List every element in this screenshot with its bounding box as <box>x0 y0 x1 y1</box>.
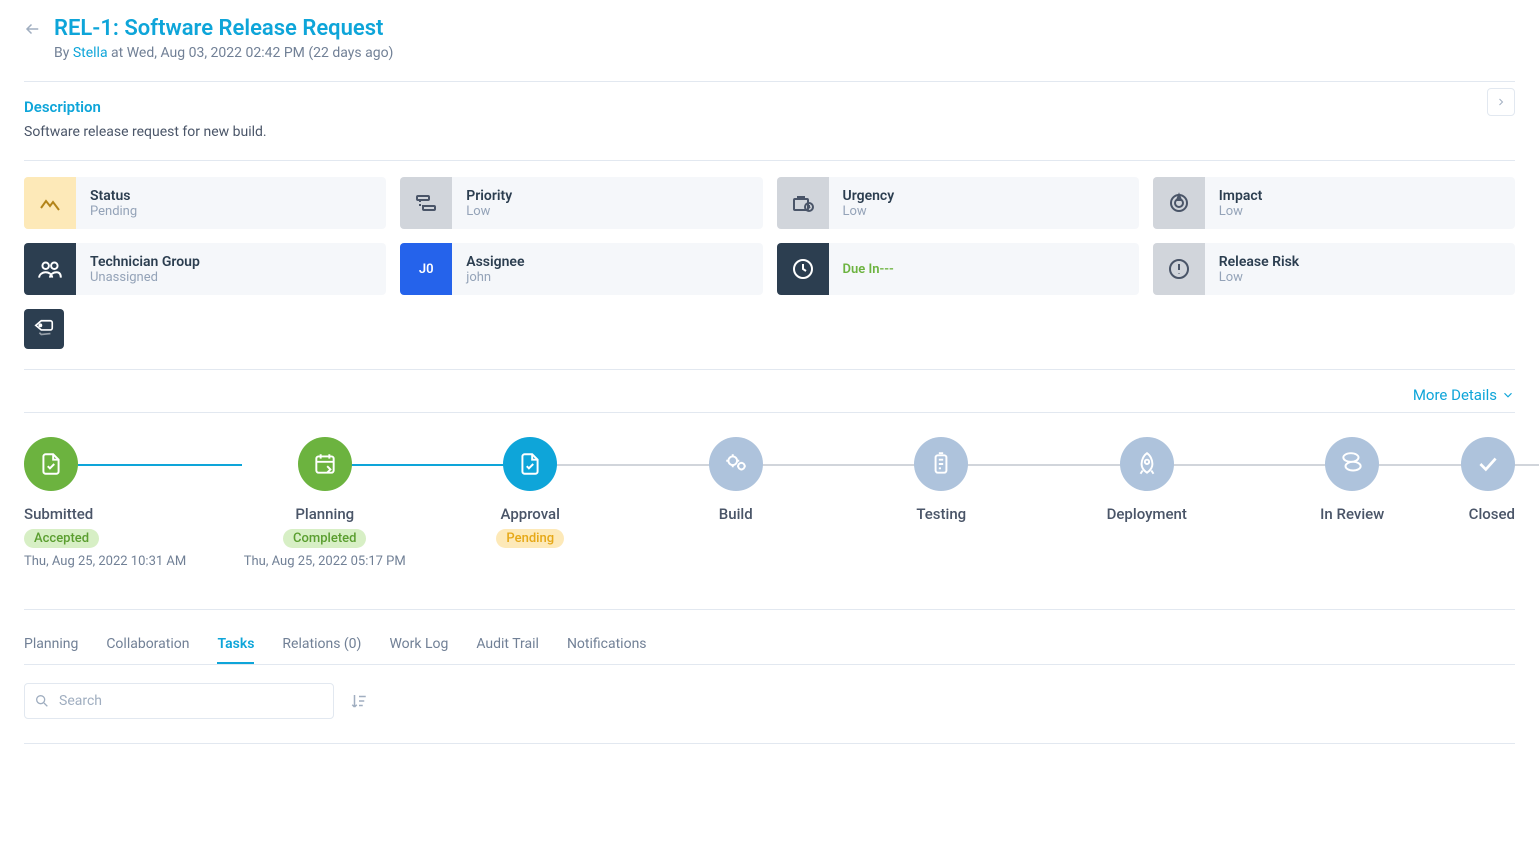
more-details-toggle[interactable]: More Details <box>1413 386 1515 404</box>
impact-card[interactable]: ImpactLow <box>1153 177 1515 229</box>
byline: By Stella at Wed, Aug 03, 2022 02:42 PM … <box>54 45 1515 61</box>
stage-circle <box>709 437 763 491</box>
stage-deployment[interactable]: Deployment <box>1044 437 1250 523</box>
risk-icon <box>1153 243 1205 295</box>
stage-circle <box>503 437 557 491</box>
stage-name: Submitted <box>24 505 93 523</box>
priority-label: Priority <box>466 188 512 204</box>
urgency-label: Urgency <box>843 188 895 204</box>
divider <box>24 160 1515 161</box>
stage-circle <box>24 437 78 491</box>
status-icon <box>24 177 76 229</box>
urgency-value: Low <box>843 204 895 219</box>
stage-name: Planning <box>295 505 354 523</box>
stage-name: Closed <box>1469 505 1515 523</box>
urgency-card[interactable]: UrgencyLow <box>777 177 1139 229</box>
stage-closed[interactable]: Closed <box>1455 437 1515 523</box>
stage-name: Build <box>719 505 753 523</box>
stage-planning[interactable]: Planning Completed Thu, Aug 25, 2022 05:17… <box>222 437 428 569</box>
stage-circle <box>914 437 968 491</box>
priority-value: Low <box>466 204 512 219</box>
tab-notifications[interactable]: Notifications <box>567 626 647 664</box>
tab-relations-[interactable]: Relations (0) <box>282 626 361 664</box>
stage-circle <box>1120 437 1174 491</box>
divider <box>24 609 1515 610</box>
stage-status-badge: Accepted <box>24 529 99 548</box>
stage-name: In Review <box>1320 505 1384 523</box>
stage-status-badge: Pending <box>496 529 564 548</box>
tab-collaboration[interactable]: Collaboration <box>106 626 189 664</box>
status-label: Status <box>90 188 137 204</box>
tab-planning[interactable]: Planning <box>24 626 78 664</box>
priority-card[interactable]: PriorityLow <box>400 177 762 229</box>
release-risk-label: Release Risk <box>1219 254 1299 270</box>
stage-date: Thu, Aug 25, 2022 05:17 PM <box>244 554 406 569</box>
stage-name: Deployment <box>1107 505 1187 523</box>
urgency-icon <box>777 177 829 229</box>
more-details-label: More Details <box>1413 386 1497 404</box>
stage-submitted[interactable]: Submitted Accepted Thu, Aug 25, 2022 10:31… <box>24 437 222 569</box>
assignee-card[interactable]: J0 Assigneejohn <box>400 243 762 295</box>
tech-group-card[interactable]: Technician GroupUnassigned <box>24 243 386 295</box>
tab-audit-trail[interactable]: Audit Trail <box>476 626 539 664</box>
stage-circle <box>298 437 352 491</box>
tags-button[interactable] <box>24 309 64 349</box>
status-card[interactable]: StatusPending <box>24 177 386 229</box>
impact-icon <box>1153 177 1205 229</box>
group-icon <box>24 243 76 295</box>
chevron-down-icon <box>1501 388 1515 402</box>
sort-button[interactable] <box>350 692 368 710</box>
assignee-avatar: J0 <box>400 243 452 295</box>
assignee-value: john <box>466 270 524 285</box>
stage-build[interactable]: Build <box>633 437 839 523</box>
search-box <box>24 683 334 719</box>
tab-work-log[interactable]: Work Log <box>389 626 448 664</box>
impact-label: Impact <box>1219 188 1263 204</box>
search-icon <box>34 693 50 709</box>
description-label: Description <box>24 98 267 116</box>
divider <box>24 412 1515 413</box>
author-link[interactable]: Stella <box>73 45 108 61</box>
due-in-label: Due In--- <box>843 262 894 277</box>
divider <box>24 369 1515 370</box>
back-arrow-icon[interactable] <box>24 20 42 38</box>
stage-testing[interactable]: Testing <box>839 437 1045 523</box>
status-value: Pending <box>90 204 137 219</box>
clock-icon <box>777 243 829 295</box>
byline-suffix: at Wed, Aug 03, 2022 02:42 PM (22 days a… <box>108 45 394 61</box>
stage-in-review[interactable]: In Review <box>1250 437 1456 523</box>
description-text: Software release request for new build. <box>24 124 267 140</box>
impact-value: Low <box>1219 204 1263 219</box>
stage-approval[interactable]: Approval Pending <box>428 437 634 548</box>
tab-tasks[interactable]: Tasks <box>217 626 254 664</box>
stage-name: Testing <box>916 505 966 523</box>
divider <box>24 81 1515 82</box>
tech-group-value: Unassigned <box>90 270 200 285</box>
stage-name: Approval <box>501 505 560 523</box>
expand-panel-button[interactable] <box>1487 88 1515 116</box>
search-input[interactable] <box>24 683 334 719</box>
stage-circle <box>1461 437 1515 491</box>
assignee-label: Assignee <box>466 254 524 270</box>
stage-status-badge: Completed <box>283 529 366 548</box>
divider <box>24 743 1515 744</box>
release-risk-value: Low <box>1219 270 1299 285</box>
byline-prefix: By <box>54 45 73 61</box>
page-title: REL-1: Software Release Request <box>54 16 383 41</box>
priority-icon <box>400 177 452 229</box>
stage-date: Thu, Aug 25, 2022 10:31 AM <box>24 554 186 569</box>
tech-group-label: Technician Group <box>90 254 200 270</box>
release-risk-card[interactable]: Release RiskLow <box>1153 243 1515 295</box>
due-in-card[interactable]: Due In--- <box>777 243 1139 295</box>
stage-circle <box>1325 437 1379 491</box>
